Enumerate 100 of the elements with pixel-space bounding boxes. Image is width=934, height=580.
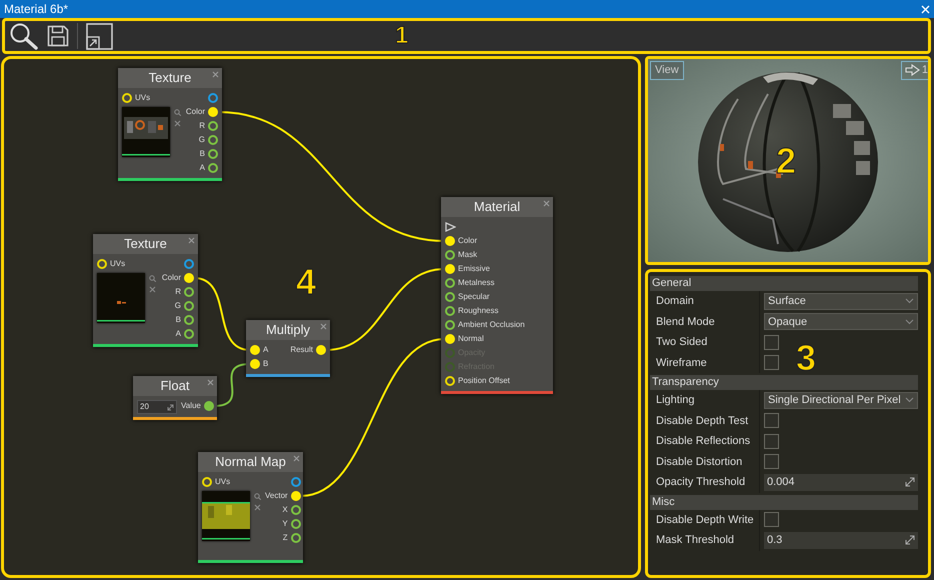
socket[interactable] bbox=[445, 306, 455, 316]
output-label: Color bbox=[162, 272, 181, 284]
socket[interactable] bbox=[184, 329, 194, 339]
caret-icon bbox=[905, 318, 914, 325]
section-header[interactable]: Transparency bbox=[650, 375, 918, 390]
checkbox[interactable] bbox=[764, 334, 779, 350]
input-label: Emissive bbox=[458, 263, 490, 275]
property-label: Wireframe bbox=[650, 352, 760, 373]
expand-icon[interactable] bbox=[905, 477, 915, 488]
socket[interactable] bbox=[445, 278, 455, 288]
callout-number: 2 bbox=[776, 143, 796, 179]
expand-icon bbox=[167, 404, 174, 410]
input-label: Ambient Occlusion bbox=[458, 319, 525, 331]
property-label: Disable Depth Write bbox=[650, 510, 760, 530]
node-title: Float bbox=[160, 378, 190, 393]
output-label: X bbox=[282, 504, 288, 516]
section-header[interactable]: General bbox=[650, 276, 918, 291]
socket[interactable] bbox=[208, 149, 218, 159]
dropdown[interactable]: Single Directional Per Pixel bbox=[764, 392, 918, 409]
property-label: Lighting bbox=[650, 390, 760, 410]
input-label: UVs bbox=[215, 476, 230, 488]
output-label: Z bbox=[282, 532, 288, 544]
close-icon[interactable] bbox=[320, 323, 327, 330]
node-title: Normal Map bbox=[215, 454, 286, 469]
view-button[interactable]: View bbox=[650, 61, 684, 80]
output-label: G bbox=[198, 134, 205, 146]
socket[interactable] bbox=[445, 250, 455, 260]
socket[interactable] bbox=[208, 93, 218, 103]
output-label: A bbox=[176, 328, 181, 340]
caret-icon bbox=[905, 298, 914, 304]
input-label: Position Offset bbox=[458, 375, 510, 387]
output-label: Y bbox=[282, 518, 288, 530]
close-icon[interactable] bbox=[188, 237, 195, 244]
property-label: Domain bbox=[650, 291, 760, 312]
output-label: G bbox=[174, 300, 181, 312]
checkbox[interactable] bbox=[764, 512, 779, 528]
number-field[interactable]: 0.004 bbox=[764, 474, 918, 491]
close-icon[interactable] bbox=[254, 504, 261, 511]
expand-icon[interactable] bbox=[86, 22, 113, 50]
number-field[interactable]: 20 bbox=[137, 400, 177, 414]
input-label: Mask bbox=[458, 249, 478, 261]
checkbox[interactable] bbox=[764, 413, 779, 428]
section-header[interactable]: Misc bbox=[650, 494, 918, 510]
socket[interactable] bbox=[445, 320, 455, 330]
property-label: Two Sided bbox=[650, 332, 760, 352]
expand-icon[interactable] bbox=[905, 535, 915, 546]
input-label: UVs bbox=[135, 92, 150, 104]
socket[interactable] bbox=[208, 121, 218, 131]
input-label: Color bbox=[458, 235, 478, 247]
socket[interactable] bbox=[184, 315, 194, 325]
node-title: Texture bbox=[124, 236, 167, 251]
arrow-icon bbox=[904, 64, 920, 76]
socket[interactable] bbox=[290, 477, 301, 487]
close-icon[interactable] bbox=[212, 71, 219, 78]
node-title: Multiply bbox=[266, 322, 310, 337]
input-label: A bbox=[263, 344, 268, 356]
output-label: Value bbox=[181, 400, 201, 412]
checkbox[interactable] bbox=[764, 434, 779, 449]
input-label: Normal bbox=[458, 333, 484, 345]
close-icon[interactable] bbox=[207, 379, 214, 386]
output-label: B bbox=[176, 314, 181, 326]
dropdown[interactable]: Surface bbox=[764, 292, 918, 310]
property-label: Disable Depth Test bbox=[650, 410, 760, 431]
socket[interactable] bbox=[208, 135, 218, 145]
close-icon[interactable] bbox=[149, 286, 156, 293]
property-label: Mask Threshold bbox=[650, 530, 760, 550]
callout-number: 1 bbox=[395, 24, 408, 48]
node-title: Material bbox=[474, 199, 520, 214]
output-label: R bbox=[199, 120, 205, 132]
socket[interactable] bbox=[184, 287, 194, 297]
output-label: Vector bbox=[265, 490, 288, 502]
socket[interactable] bbox=[184, 301, 194, 311]
save-icon[interactable] bbox=[47, 25, 69, 47]
socket[interactable] bbox=[445, 292, 455, 302]
arrow-icon[interactable] bbox=[445, 222, 456, 232]
socket[interactable] bbox=[290, 533, 301, 543]
input-label: B bbox=[263, 358, 268, 370]
close-icon[interactable] bbox=[293, 455, 300, 462]
number-field[interactable]: 0.3 bbox=[764, 532, 918, 549]
dropdown[interactable]: Opaque bbox=[764, 313, 918, 330]
close-icon[interactable] bbox=[543, 200, 550, 207]
node-title: Texture bbox=[148, 70, 192, 85]
socket[interactable] bbox=[204, 401, 214, 411]
input-label: Specular bbox=[458, 291, 490, 303]
close-icon[interactable] bbox=[174, 120, 181, 127]
window-title: Material 6b* bbox=[4, 1, 68, 18]
socket[interactable] bbox=[290, 505, 301, 515]
socket[interactable] bbox=[208, 163, 218, 173]
property-label: Disable Distortion bbox=[650, 452, 760, 472]
search-icon[interactable] bbox=[9, 22, 39, 50]
checkbox[interactable] bbox=[764, 355, 779, 370]
socket[interactable] bbox=[290, 519, 301, 529]
input-label: Roughness bbox=[458, 305, 498, 317]
output-label: A bbox=[200, 162, 205, 174]
socket[interactable] bbox=[184, 259, 194, 269]
checkbox[interactable] bbox=[764, 454, 779, 470]
property-label: Disable Reflections bbox=[650, 431, 760, 452]
input-label: UVs bbox=[110, 258, 126, 270]
output-label: Color bbox=[186, 106, 205, 118]
output-label: B bbox=[200, 148, 205, 160]
